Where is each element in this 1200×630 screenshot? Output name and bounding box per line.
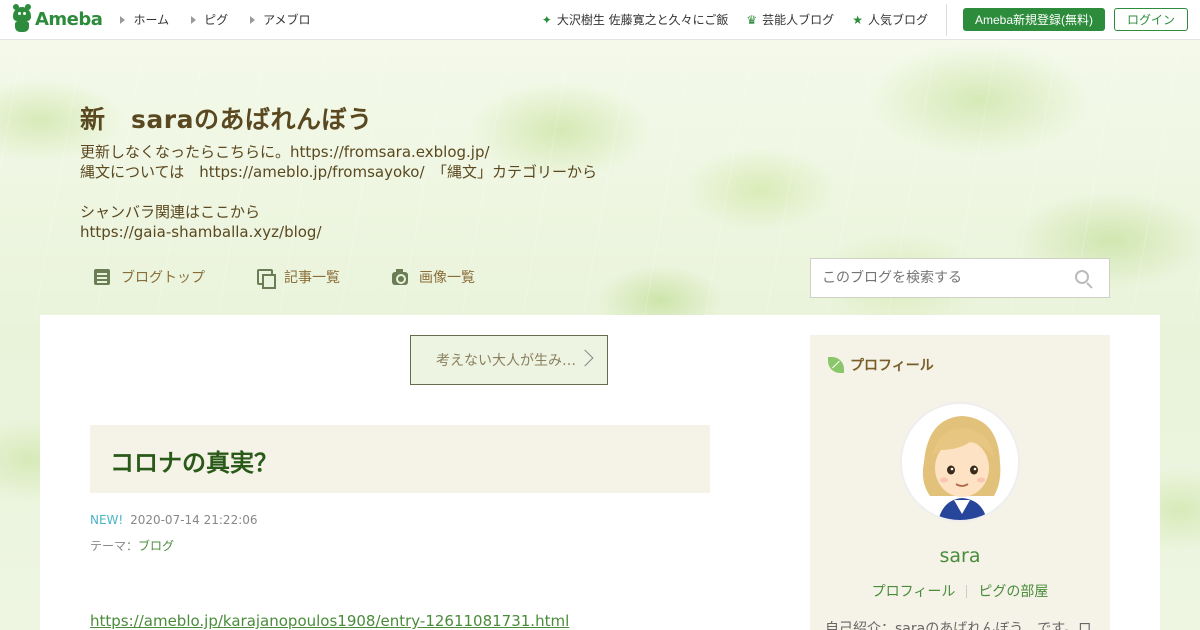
- profile-sidebar: プロフィール sara プロフィール ピグの部屋 自己紹介：saraのあばれんぼ…: [810, 335, 1110, 630]
- theme-link[interactable]: ブログ: [138, 539, 174, 553]
- popular-blog-link[interactable]: ★ 人気ブログ: [852, 11, 928, 28]
- nav-ameblo[interactable]: アメブロ: [250, 11, 311, 28]
- pigg-room-link[interactable]: ピグの部屋: [978, 581, 1048, 601]
- login-button[interactable]: ログイン: [1113, 8, 1188, 31]
- profile-links: プロフィール ピグの部屋: [810, 581, 1110, 601]
- blog-top-link[interactable]: ブログトップ: [94, 267, 205, 287]
- triangle-right-icon: [250, 15, 256, 24]
- description-line: 更新しなくなったらこちらに。https://fromsara.exblog.jp…: [80, 143, 490, 161]
- avatar-illustration: [902, 404, 1018, 520]
- blog-title[interactable]: 新 saraのあばれんぼう: [80, 100, 372, 136]
- chevron-right-icon: [576, 349, 594, 367]
- avatar[interactable]: [900, 402, 1020, 522]
- entry-title[interactable]: コロナの真実？: [110, 443, 278, 478]
- description-line: 縄文については https://ameblo.jp/fromsayoko/ 「縄…: [80, 163, 598, 181]
- entry-title-box: コロナの真実？: [90, 425, 710, 493]
- ameba-mascot-icon: [12, 3, 32, 33]
- profile-name[interactable]: sara: [810, 545, 1110, 567]
- search-icon[interactable]: [1075, 270, 1093, 289]
- camera-icon: [392, 268, 408, 285]
- image-list-link[interactable]: 画像一覧: [392, 267, 475, 287]
- sparkle-icon: ✦: [541, 12, 552, 27]
- entry-meta: NEW! 2020-07-14 21:22:06: [90, 513, 258, 527]
- blog-description: 更新しなくなったらこちらに。https://fromsara.exblog.jp…: [80, 142, 597, 242]
- theme-label: テーマ：: [90, 539, 139, 553]
- entry-list-link[interactable]: 記事一覧: [257, 267, 340, 289]
- previous-entry-button[interactable]: 考えない大人が生み…: [410, 335, 608, 385]
- entry-date: 2020-07-14 21:22:06: [130, 513, 258, 527]
- global-header: Ameba ホーム ピグ アメブロ ✦ 大沢樹生 佐藤寛之と久々にご飯 ♛ 芸能人ブ…: [0, 0, 1200, 40]
- register-button[interactable]: Ameba新規登録(無料): [962, 8, 1105, 31]
- blog-search: [810, 258, 1110, 298]
- document-icon: [94, 269, 110, 285]
- triangle-right-icon: [120, 15, 126, 24]
- previous-entry-label: 考えない大人が生み…: [436, 353, 576, 369]
- description-line: https://gaia-shamballa.xyz/blog/: [80, 223, 322, 241]
- leaf-icon: [828, 357, 844, 373]
- description-line: [80, 182, 597, 202]
- blog-nav: ブログトップ 記事一覧 画像一覧: [94, 267, 527, 289]
- profile-intro: 自己紹介：saraのあばれんぼう、です。ロ: [825, 621, 1092, 630]
- star-icon: ★: [852, 12, 863, 27]
- copy-icon: [257, 269, 276, 289]
- entry-body-link[interactable]: https://ameblo.jp/karajanopoulos1908/ent…: [90, 612, 569, 630]
- profile-link[interactable]: プロフィール: [872, 581, 956, 601]
- crown-icon: ♛: [746, 12, 758, 27]
- header-right: ✦ 大沢樹生 佐藤寛之と久々にご飯 ♛ 芸能人ブログ ★ 人気ブログ Ameba新規登…: [542, 0, 1200, 40]
- new-badge: NEW!: [90, 513, 124, 527]
- profile-heading: プロフィール: [828, 355, 934, 375]
- triangle-right-icon: [191, 15, 197, 24]
- search-input[interactable]: [822, 270, 1072, 286]
- nav-pigg[interactable]: ピグ: [191, 11, 228, 28]
- global-nav: ホーム ピグ アメブロ: [120, 11, 332, 28]
- description-line: シャンバラ関連はここから: [80, 203, 261, 221]
- nav-home[interactable]: ホーム: [120, 11, 169, 28]
- ameba-logo[interactable]: Ameba: [12, 0, 103, 40]
- brand-name: Ameba: [35, 9, 103, 30]
- trending-topic-link[interactable]: ✦ 大沢樹生 佐藤寛之と久々にご飯: [542, 11, 729, 28]
- header-divider: [945, 3, 947, 36]
- entry-theme: テーマ：ブログ: [90, 537, 174, 554]
- link-divider: [966, 584, 968, 598]
- profile-heading-label: プロフィール: [850, 358, 934, 374]
- celebrity-blog-link[interactable]: ♛ 芸能人ブログ: [746, 11, 834, 28]
